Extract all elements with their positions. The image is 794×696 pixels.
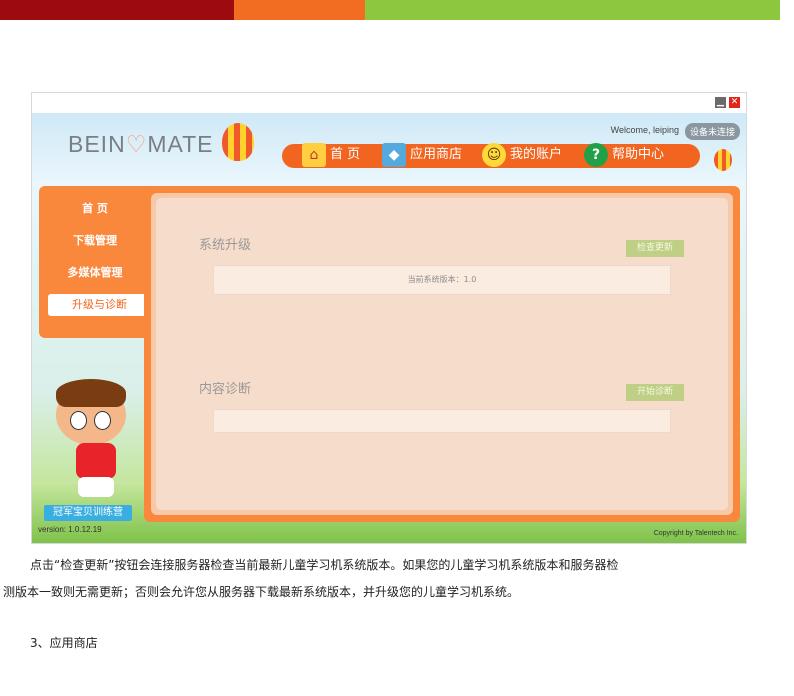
section-heading: 3、应用商店 [30,636,98,650]
device-status-badge: 设备未连接 [684,123,740,140]
main-nav: ⌂ 首 页 ◆ 应用商店 ☺ 我的账户 ? 帮助中心 [282,143,700,168]
check-update-button[interactable]: 检查更新 [626,240,684,257]
sidebar: 首 页 下载管理 多媒体管理 升级与诊断 [39,186,151,338]
paragraph-line-2: 测版本一致则无需更新；否则会允许您从服务器下载最新系统版本，并升级您的儿童学习机… [3,585,520,599]
sidebar-item-downloads[interactable]: 下载管理 [39,230,151,252]
app-logo: BEIN♡MATE [68,131,214,157]
small-balloon-icon [714,149,732,171]
question-icon: ? [584,143,608,167]
app-screenshot: ▁ ✕ BEIN♡MATE Welcome, leiping 设备未连接 ⌂ 首… [31,92,747,544]
nav-app-store[interactable]: ◆ 应用商店 [382,138,462,172]
close-icon[interactable]: ✕ [729,97,740,108]
top-color-bar [0,0,780,20]
start-diagnose-button[interactable]: 开始诊断 [626,384,684,401]
mascot-hair [56,379,126,407]
content-border: 系统升级 检查更新 当前系统版本：1.0 内容诊断 开始诊断 [151,193,733,515]
color-bar-red [0,0,234,20]
minimize-icon[interactable]: ▁ [715,97,726,108]
current-version-field: 当前系统版本：1.0 [213,265,671,295]
training-camp-button[interactable]: 冠军宝贝训练营 [44,505,132,521]
sidebar-item-upgrade[interactable]: 升级与诊断 [48,294,151,316]
mascot-child-illustration [48,379,144,505]
mascot-eye-left [70,411,87,430]
mascot-legs [78,477,114,497]
content-panel: 系统升级 检查更新 当前系统版本：1.0 内容诊断 开始诊断 [156,198,728,510]
gift-box-icon: ◆ [382,143,406,167]
nav-help-center[interactable]: ? 帮助中心 [584,138,664,172]
smiley-icon: ☺ [482,143,506,167]
welcome-text: Welcome, leiping [610,125,679,135]
heart-icon: ♡ [125,131,148,157]
version-text: version: 1.0.12.19 [38,525,102,534]
sidebar-item-media[interactable]: 多媒体管理 [39,262,151,284]
color-bar-green [365,0,780,20]
mascot-body [76,443,116,479]
diagnose-result-field [213,409,671,433]
content-frame: 系统升级 检查更新 当前系统版本：1.0 内容诊断 开始诊断 [144,186,740,522]
nav-my-account[interactable]: ☺ 我的账户 [482,138,562,172]
nav-home[interactable]: ⌂ 首 页 [302,138,360,172]
mascot-eye-right [94,411,111,430]
sidebar-item-home[interactable]: 首 页 [39,198,151,220]
color-bar-orange [234,0,365,20]
paragraph-line-1: 点击“检查更新”按钮会连接服务器检查当前最新儿童学习机系统版本。如果您的儿童学习… [30,558,619,572]
copyright-text: Copyright by Talentech Inc. [653,530,738,537]
house-icon: ⌂ [302,143,326,167]
upgrade-section-title: 系统升级 [199,238,252,253]
diagnose-section-title: 内容诊断 [199,382,252,397]
window-controls: ▁ ✕ [715,97,740,108]
hot-air-balloon-icon [222,123,254,161]
